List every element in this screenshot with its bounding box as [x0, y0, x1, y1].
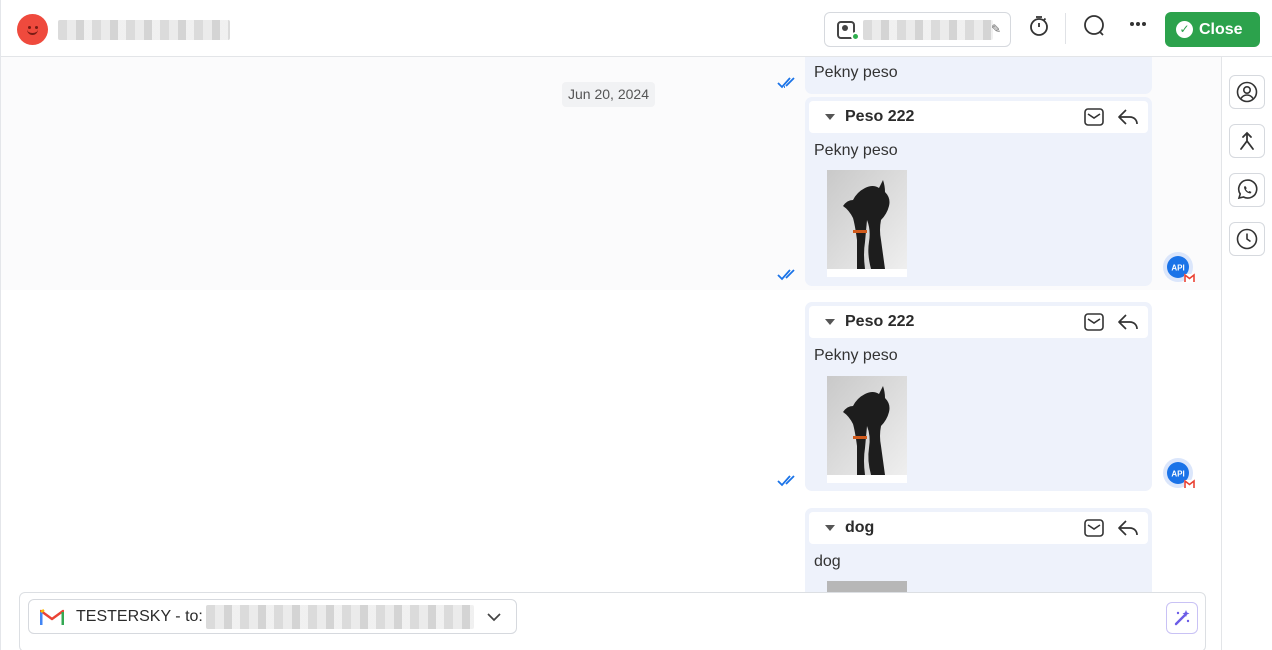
dog-image-attachment[interactable] — [827, 581, 907, 592]
reply-composer[interactable]: TESTERSKY - to: — [19, 592, 1206, 650]
online-status-dot — [851, 32, 860, 41]
contact-icon[interactable] — [1229, 75, 1265, 109]
channel-label: TESTERSKY - to: — [76, 608, 203, 625]
dog-photo-icon — [827, 376, 907, 483]
message-feed[interactable]: Jun 20, 2024 Pekny peso Peso 222 Pekny p… — [1, 57, 1221, 592]
history-icon[interactable] — [1229, 222, 1265, 256]
dog-photo-icon — [827, 170, 907, 277]
envelope-icon[interactable] — [1084, 313, 1104, 331]
conversation-view: ✎ ✓ Close Jun 20, 2024 Pekny peso Peso 2… — [0, 0, 1272, 650]
read-receipt-icon — [777, 475, 795, 487]
message-body: Pekny peso — [814, 347, 898, 364]
dog-image-attachment[interactable] — [827, 170, 907, 277]
message-header[interactable]: Peso 222 — [809, 306, 1148, 338]
chevron-down-icon[interactable] — [485, 608, 503, 626]
close-conversation-button[interactable]: ✓ Close — [1165, 12, 1260, 47]
whatsapp-icon[interactable] — [1229, 173, 1265, 207]
message-body: dog — [814, 553, 841, 570]
dog-image-attachment[interactable] — [827, 376, 907, 483]
ai-assist-button[interactable] — [1166, 602, 1198, 634]
magic-wand-icon — [1174, 610, 1190, 626]
message-bubble: Pekny peso — [805, 57, 1152, 94]
message-header[interactable]: dog — [809, 512, 1148, 544]
recipient-redacted — [206, 605, 474, 629]
api-sender-avatar: API — [1163, 252, 1195, 283]
gmail-icon — [40, 609, 64, 625]
close-button-label: Close — [1199, 21, 1243, 38]
email-message: Peso 222 Pekny peso — [805, 97, 1152, 286]
envelope-icon[interactable] — [1084, 519, 1104, 537]
assignee-name-redacted — [863, 20, 993, 40]
reply-icon[interactable] — [1117, 518, 1139, 538]
merge-icon[interactable] — [1229, 124, 1265, 158]
message-subject: Peso 222 — [845, 108, 915, 125]
avatar-smile — [27, 29, 38, 35]
collapse-caret-icon[interactable] — [825, 319, 835, 325]
header-divider — [1065, 13, 1066, 44]
api-sender-avatar: API — [1163, 458, 1195, 489]
collapse-caret-icon[interactable] — [825, 114, 835, 120]
edit-icon[interactable]: ✎ — [991, 22, 1001, 36]
reply-icon[interactable] — [1117, 107, 1139, 127]
svg-text:API: API — [1171, 470, 1184, 479]
timer-icon[interactable] — [1025, 14, 1053, 42]
email-message: dog dog — [805, 508, 1152, 592]
message-subject: dog — [845, 519, 875, 536]
contact-name-redacted — [58, 20, 230, 40]
chat-bubble-icon[interactable] — [1080, 14, 1108, 42]
check-circle-icon: ✓ — [1176, 21, 1193, 38]
channel-selector[interactable]: TESTERSKY - to: — [28, 599, 517, 634]
read-receipt-icon — [777, 77, 795, 89]
right-sidebar — [1221, 57, 1272, 650]
more-icon[interactable] — [1124, 14, 1152, 42]
email-message: Peso 222 Pekny peso — [805, 302, 1152, 491]
collapse-caret-icon[interactable] — [825, 525, 835, 531]
date-separator: Jun 20, 2024 — [562, 82, 655, 107]
assignee-selector[interactable]: ✎ — [824, 12, 1011, 47]
message-body: Pekny peso — [814, 64, 898, 81]
contact-avatar[interactable] — [17, 14, 48, 45]
svg-text:API: API — [1171, 264, 1184, 273]
message-body: Pekny peso — [814, 142, 898, 159]
reply-icon[interactable] — [1117, 312, 1139, 332]
conversation-header: ✎ ✓ Close — [1, 0, 1272, 57]
envelope-icon[interactable] — [1084, 108, 1104, 126]
message-subject: Peso 222 — [845, 313, 915, 330]
read-receipt-icon — [777, 269, 795, 281]
message-header[interactable]: Peso 222 — [809, 101, 1148, 133]
